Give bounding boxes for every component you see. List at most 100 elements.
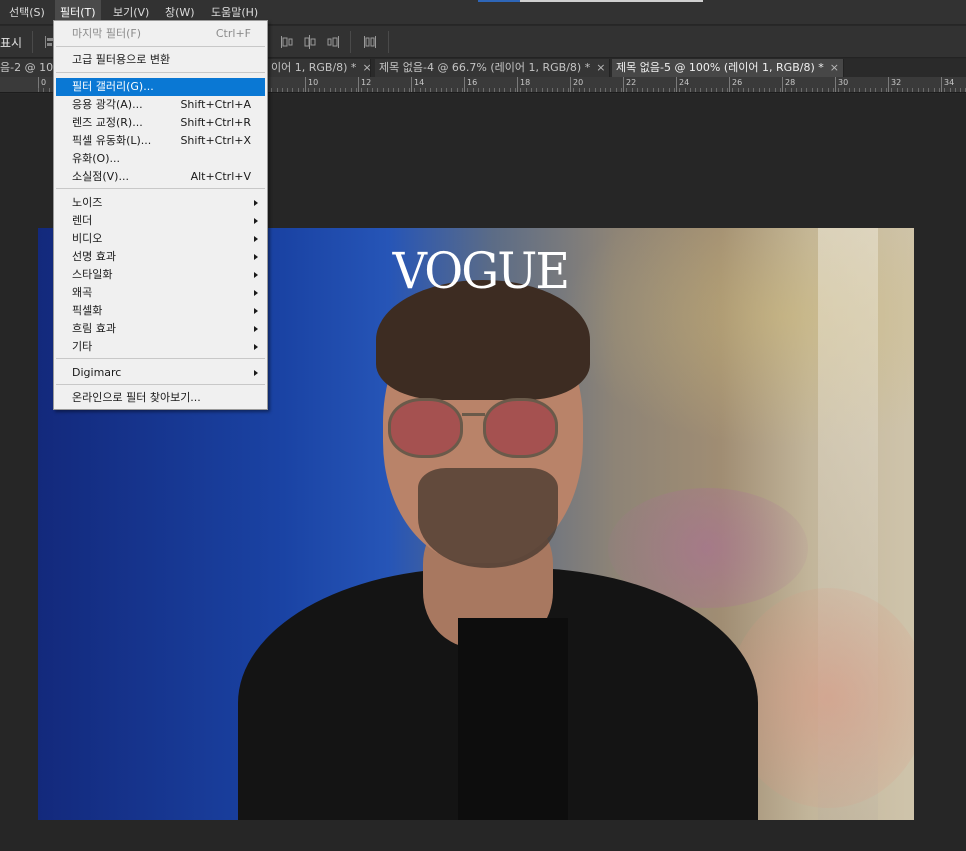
menu-item-video[interactable]: 비디오 — [56, 230, 265, 248]
ruler-minor-tick — [595, 88, 596, 92]
ruler-minor-tick — [298, 88, 299, 92]
menu-item-shortcut: Alt+Ctrl+V — [190, 170, 251, 183]
ruler-minor-tick — [404, 88, 405, 92]
menu-item-label: 기타 — [72, 340, 93, 353]
ruler-minor-tick — [420, 88, 421, 92]
menu-item-blur[interactable]: 흐림 효과 — [56, 320, 265, 338]
ruler-minor-tick — [944, 88, 945, 92]
menu-item-browse-filters-online[interactable]: 온라인으로 필터 찾아보기... — [56, 389, 265, 407]
ruler-minor-tick — [605, 88, 606, 92]
ruler-minor-tick — [738, 88, 739, 92]
ruler-label: 32 — [891, 78, 902, 87]
menu-item-last-filter[interactable]: 마지막 필터(F) Ctrl+F — [56, 25, 265, 43]
ruler-minor-tick — [658, 88, 659, 92]
ruler-minor-tick — [436, 88, 437, 92]
options-divider — [350, 31, 351, 53]
menu-item-label: Digimarc — [72, 366, 122, 379]
ruler-minor-tick — [340, 88, 341, 92]
menu-item-distort[interactable]: 왜곡 — [56, 284, 265, 302]
ruler-minor-tick — [494, 88, 495, 92]
menu-separator — [56, 358, 265, 359]
ruler-minor-tick — [706, 88, 707, 92]
menu-item-label: 응용 광각(A)... — [72, 98, 143, 111]
menu-item-digimarc[interactable]: Digimarc — [56, 364, 265, 382]
menu-item-shortcut: Shift+Ctrl+A — [180, 98, 251, 111]
ruler-minor-tick — [891, 88, 892, 92]
ruler-tick — [729, 77, 730, 92]
ruler-minor-tick — [414, 88, 415, 92]
ruler-minor-tick — [49, 88, 50, 92]
ruler-minor-tick — [335, 88, 336, 92]
menu-item-stylize[interactable]: 스타일화 — [56, 266, 265, 284]
close-icon[interactable]: × — [596, 61, 605, 74]
ruler-minor-tick — [324, 88, 325, 92]
tab-document-3[interactable]: 이어 1, RGB/8) * × — [267, 59, 371, 77]
menu-item-noise[interactable]: 노이즈 — [56, 194, 265, 212]
tab-document-5[interactable]: 제목 없음-5 @ 100% (레이어 1, RGB/8) * × — [612, 59, 844, 77]
distribute-right-icon[interactable] — [326, 34, 340, 50]
ruler-minor-tick — [632, 88, 633, 92]
ruler-minor-tick — [568, 88, 569, 92]
ruler-minor-tick — [510, 88, 511, 92]
ruler-minor-tick — [849, 88, 850, 92]
menu-item-vanishing-point[interactable]: 소실점(V)... Alt+Ctrl+V — [56, 168, 265, 186]
ruler-minor-tick — [764, 88, 765, 92]
ruler-minor-tick — [647, 88, 648, 92]
ruler-minor-tick — [859, 88, 860, 92]
filter-menu-dropdown: 마지막 필터(F) Ctrl+F 고급 필터용으로 변환 필터 갤러리(G)..… — [53, 20, 268, 410]
ruler-minor-tick — [939, 88, 940, 92]
ruler-minor-tick — [785, 88, 786, 92]
distribute-left-icon[interactable] — [280, 34, 294, 50]
ruler-minor-tick — [584, 88, 585, 92]
ruler-tick — [782, 77, 783, 92]
ruler-minor-tick — [759, 88, 760, 92]
ruler-label: 12 — [361, 78, 372, 87]
ruler-minor-tick — [621, 88, 622, 92]
vogue-logo: VOGUE — [392, 242, 570, 300]
ruler-tick — [570, 77, 571, 92]
menu-item-pixelate[interactable]: 픽셀화 — [56, 302, 265, 320]
ruler-tick — [835, 77, 836, 92]
ruler-minor-tick — [722, 88, 723, 92]
menu-item-oil-paint[interactable]: 유화(O)... — [56, 150, 265, 168]
menu-item-sharpen[interactable]: 선명 효과 — [56, 248, 265, 266]
ruler-label: 28 — [785, 78, 796, 87]
menu-item-label: 온라인으로 필터 찾아보기... — [72, 391, 201, 404]
menu-item-lens-correction[interactable]: 렌즈 교정(R)... Shift+Ctrl+R — [56, 114, 265, 132]
menu-item-adaptive-wide-angle[interactable]: 응용 광각(A)... Shift+Ctrl+A — [56, 96, 265, 114]
close-icon[interactable]: × — [362, 61, 370, 74]
tab-document-4[interactable]: 제목 없음-4 @ 66.7% (레이어 1, RGB/8) * × — [375, 59, 610, 77]
ruler-minor-tick — [690, 88, 691, 92]
menu-item-render[interactable]: 렌더 — [56, 212, 265, 230]
ruler-tick — [517, 77, 518, 92]
ruler-minor-tick — [287, 88, 288, 92]
ruler-minor-tick — [345, 88, 346, 92]
ruler-minor-tick — [753, 88, 754, 92]
ruler-label: 30 — [838, 78, 849, 87]
distribute-spacing-icon[interactable] — [363, 34, 377, 50]
close-icon[interactable]: × — [830, 61, 839, 74]
ruler-minor-tick — [695, 88, 696, 92]
options-divider — [32, 31, 33, 53]
ruler-minor-tick — [478, 88, 479, 92]
ruler-minor-tick — [547, 88, 548, 92]
ruler-minor-tick — [383, 88, 384, 92]
menu-item-liquify[interactable]: 픽셀 유동화(L)... Shift+Ctrl+X — [56, 132, 265, 150]
tab-document-2[interactable]: 음-2 @ 10 — [0, 59, 56, 77]
menu-item-label: 고급 필터용으로 변환 — [72, 53, 171, 66]
tab-label: 제목 없음-5 @ 100% (레이어 1, RGB/8) * — [616, 61, 824, 74]
ruler-minor-tick — [308, 88, 309, 92]
ruler-minor-tick — [780, 88, 781, 92]
submenu-arrow-icon — [254, 344, 258, 350]
menu-select[interactable]: 선택(S) — [4, 0, 50, 25]
ruler-minor-tick — [642, 88, 643, 92]
submenu-arrow-icon — [254, 272, 258, 278]
ruler-label: 34 — [944, 78, 955, 87]
ruler-minor-tick — [372, 88, 373, 92]
menu-item-convert-smart-filters[interactable]: 고급 필터용으로 변환 — [56, 51, 265, 69]
ruler-minor-tick — [791, 88, 792, 92]
distribute-center-icon[interactable] — [303, 34, 317, 50]
show-transform-label[interactable]: 표시 — [0, 34, 22, 51]
menu-item-other[interactable]: 기타 — [56, 338, 265, 356]
menu-item-filter-gallery[interactable]: 필터 갤러리(G)... — [56, 78, 265, 96]
